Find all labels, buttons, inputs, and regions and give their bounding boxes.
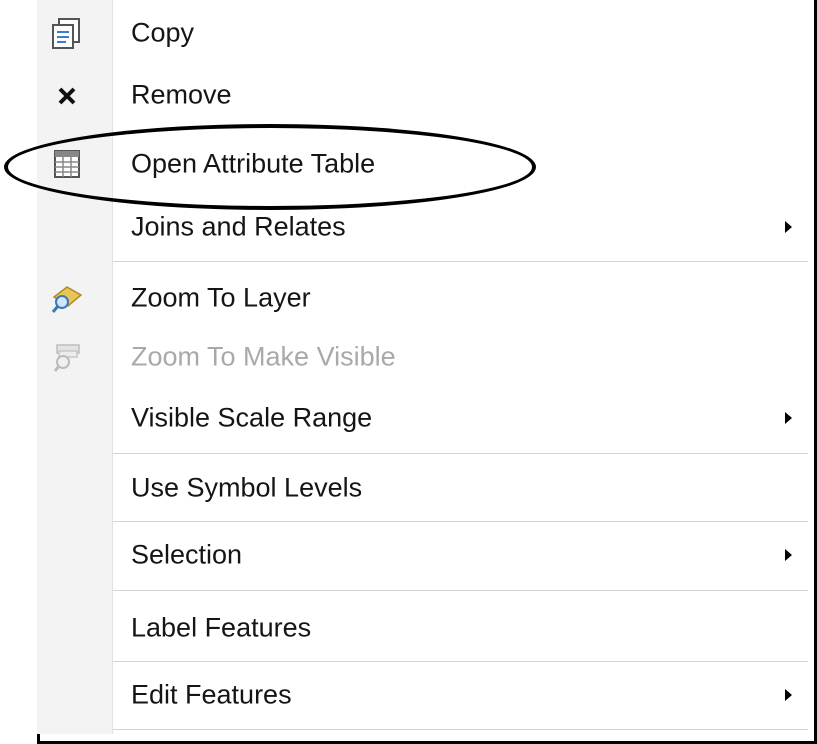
menu-separator: [113, 453, 808, 454]
menu-item-zoom-to-make-visible[interactable]: Zoom To Make Visible: [40, 326, 810, 388]
remove-x-icon: [50, 78, 84, 112]
menu-item-copy[interactable]: Copy: [40, 2, 810, 64]
submenu-arrow-icon: [785, 221, 792, 233]
menu-item-label: Open Attribute Table: [131, 148, 376, 179]
menu-item-zoom-to-layer[interactable]: Zoom To Layer: [40, 267, 810, 329]
menu-item-label: Selection: [131, 539, 243, 570]
menu-separator: [113, 261, 808, 262]
menu-item-use-symbol-levels[interactable]: Use Symbol Levels: [40, 457, 810, 519]
menu-item-remove[interactable]: Remove: [40, 64, 810, 126]
zoom-to-make-visible-icon: [50, 340, 84, 374]
menu-item-label: Zoom To Layer: [131, 282, 311, 313]
zoom-to-layer-icon: [50, 281, 84, 315]
menu-item-label: Use Symbol Levels: [131, 472, 363, 503]
menu-item-label: Copy: [131, 17, 195, 48]
menu-item-label: Joins and Relates: [131, 211, 346, 242]
copy-icon: [50, 16, 84, 50]
menu-separator: [113, 729, 808, 730]
submenu-arrow-icon: [785, 549, 792, 561]
submenu-arrow-icon: [785, 412, 792, 424]
submenu-arrow-icon: [785, 689, 792, 701]
menu-separator: [113, 521, 808, 522]
menu-item-label: Label Features: [131, 612, 312, 643]
menu-item-label: Visible Scale Range: [131, 402, 373, 433]
menu-item-label: Edit Features: [131, 679, 292, 710]
menu-item-joins-and-relates[interactable]: Joins and Relates: [40, 196, 810, 258]
menu-item-label: Remove: [131, 79, 232, 110]
menu-item-visible-scale-range[interactable]: Visible Scale Range: [40, 387, 810, 449]
menu-item-selection[interactable]: Selection: [40, 524, 810, 586]
menu-item-label: Zoom To Make Visible: [131, 341, 396, 372]
menu-item-open-attribute-table[interactable]: Open Attribute Table: [40, 133, 810, 195]
menu-separator: [113, 661, 808, 662]
menu-item-edit-features[interactable]: Edit Features: [40, 664, 810, 726]
menu-separator: [113, 590, 808, 591]
table-icon: [50, 147, 84, 181]
menu-item-label-features[interactable]: Label Features: [40, 597, 810, 659]
